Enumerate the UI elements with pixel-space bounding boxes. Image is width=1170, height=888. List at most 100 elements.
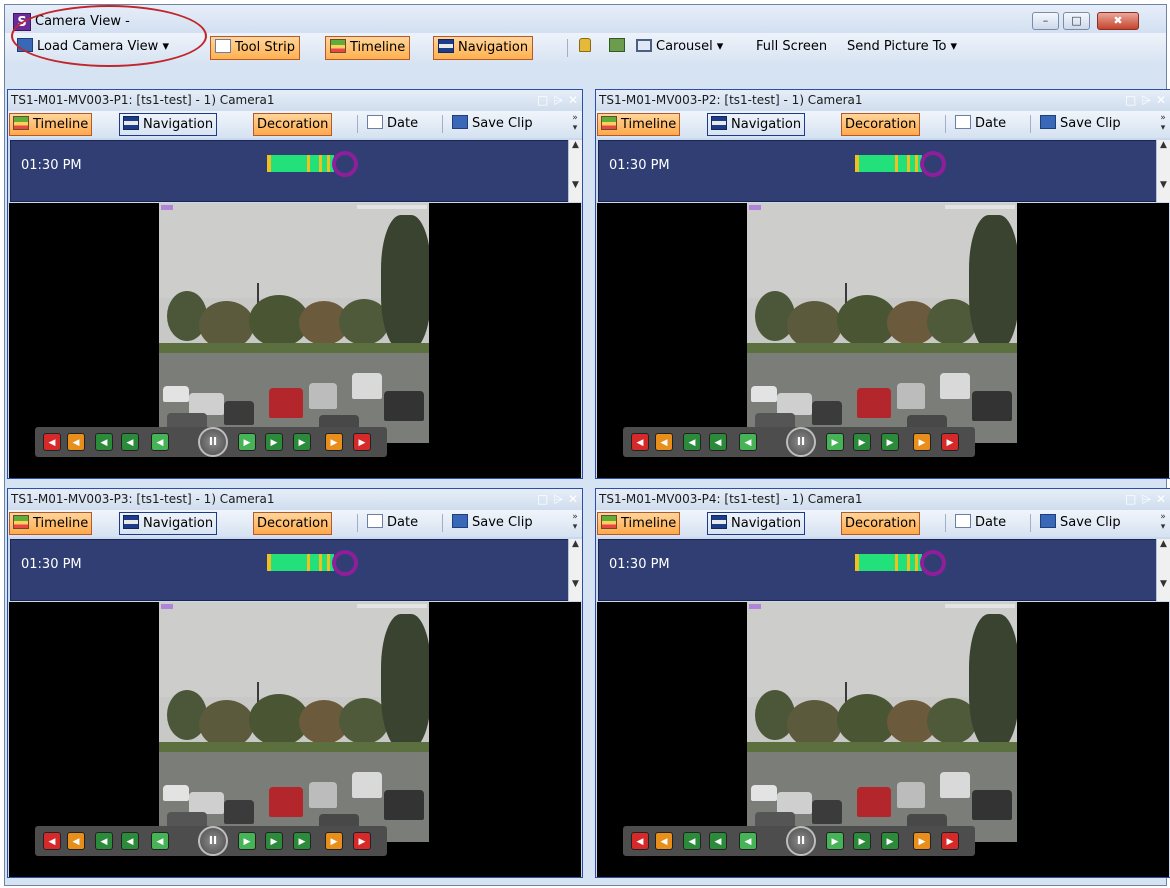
timeline-scrollbar[interactable]: ▲ ▼ (568, 539, 582, 601)
next-event-icon[interactable]: ▶ (325, 832, 343, 850)
navigation-toggle-button[interactable]: Navigation (433, 36, 534, 60)
maximize-button[interactable]: □ (1063, 12, 1090, 30)
panel-title-bar[interactable]: TS1-M01-MV003-P1: [ts1-test] - 1) Camera… (8, 90, 582, 111)
fast-forward-icon[interactable]: ▶ (853, 832, 871, 850)
send-picture-to-button[interactable]: Send Picture To ▾ (843, 36, 961, 60)
add-view-button[interactable] (605, 36, 633, 60)
pause-button[interactable]: II (198, 427, 228, 457)
timeline-bar[interactable]: 01:30 PM (598, 140, 1158, 202)
timeline-toggle-button[interactable]: Timeline (325, 36, 411, 60)
toolbar-overflow-icon[interactable]: » ▾ (569, 113, 581, 136)
play-reverse-icon[interactable]: ◀ (151, 832, 169, 850)
toolbar-overflow-icon[interactable]: » ▾ (1157, 113, 1169, 136)
play-icon[interactable]: ▶ (826, 433, 844, 451)
previous-event-icon[interactable]: ◀ (655, 433, 673, 451)
pause-button[interactable]: II (786, 826, 816, 856)
panel-decoration-button[interactable]: Decoration (841, 113, 921, 136)
panel-float-icon[interactable]: □ (537, 93, 548, 107)
play-reverse-icon[interactable]: ◀ (739, 433, 757, 451)
panel-date-button[interactable]: Date (952, 113, 1009, 136)
previous-event-icon[interactable]: ◀ (67, 832, 85, 850)
pin-icon[interactable]: ⩥ (1141, 492, 1151, 506)
panel-date-button[interactable]: Date (952, 512, 1009, 535)
panel-save-clip-button[interactable]: Save Clip (1037, 113, 1124, 136)
play-icon[interactable]: ▶ (238, 433, 256, 451)
fast-rewind-icon[interactable]: ◀ (683, 832, 701, 850)
panel-navigation-button[interactable]: Navigation (119, 512, 218, 535)
fast-forward-icon[interactable]: ▶ (853, 433, 871, 451)
pause-button[interactable]: II (198, 826, 228, 856)
panel-close-icon[interactable]: ✕ (1156, 93, 1166, 107)
panel-decoration-button[interactable]: Decoration (253, 113, 333, 136)
panel-float-icon[interactable]: □ (1125, 93, 1136, 107)
fast-rewind-icon[interactable]: ◀ (683, 433, 701, 451)
panel-decoration-button[interactable]: Decoration (253, 512, 333, 535)
faster-forward-icon[interactable]: ▶ (293, 832, 311, 850)
timeline-bar[interactable]: 01:30 PM (10, 140, 570, 202)
full-screen-button[interactable]: Full Screen (752, 36, 831, 60)
panel-navigation-button[interactable]: Navigation (119, 113, 218, 136)
pin-icon[interactable]: ⩥ (553, 93, 563, 107)
playhead-handle[interactable] (332, 550, 358, 576)
video-view[interactable]: ◀ ◀ ◀ ◀ ◀ II ▶ ▶ ▶ ▶ ▶ (597, 203, 1169, 478)
panel-timeline-button[interactable]: Timeline (9, 512, 93, 535)
panel-title-bar[interactable]: TS1-M01-MV003-P4: [ts1-test] - 1) Camera… (596, 489, 1170, 510)
previous-event-icon[interactable]: ◀ (655, 832, 673, 850)
timeline-bar[interactable]: 01:30 PM (598, 539, 1158, 601)
skip-to-start-icon[interactable]: ◀ (43, 832, 61, 850)
skip-to-end-icon[interactable]: ▶ (941, 832, 959, 850)
timeline-scrollbar[interactable]: ▲ ▼ (1156, 539, 1170, 601)
panel-date-button[interactable]: Date (364, 113, 421, 136)
skip-to-start-icon[interactable]: ◀ (631, 832, 649, 850)
panel-date-button[interactable]: Date (364, 512, 421, 535)
next-event-icon[interactable]: ▶ (325, 433, 343, 451)
skip-to-end-icon[interactable]: ▶ (353, 433, 371, 451)
skip-to-start-icon[interactable]: ◀ (631, 433, 649, 451)
skip-to-start-icon[interactable]: ◀ (43, 433, 61, 451)
panel-title-bar[interactable]: TS1-M01-MV003-P2: [ts1-test] - 1) Camera… (596, 90, 1170, 111)
toolbar-overflow-icon[interactable]: » ▾ (1157, 512, 1169, 535)
video-view[interactable]: ◀ ◀ ◀ ◀ ◀ II ▶ ▶ ▶ ▶ ▶ (9, 203, 581, 478)
timeline-bar[interactable]: 01:30 PM (10, 539, 570, 601)
fast-rewind-icon[interactable]: ◀ (95, 832, 113, 850)
skip-to-end-icon[interactable]: ▶ (941, 433, 959, 451)
timeline-scrollbar[interactable]: ▲ ▼ (1156, 140, 1170, 202)
faster-forward-icon[interactable]: ▶ (881, 433, 899, 451)
previous-event-icon[interactable]: ◀ (67, 433, 85, 451)
panel-title-bar[interactable]: TS1-M01-MV003-P3: [ts1-test] - 1) Camera… (8, 489, 582, 510)
play-icon[interactable]: ▶ (238, 832, 256, 850)
panel-float-icon[interactable]: □ (1125, 492, 1136, 506)
fast-forward-icon[interactable]: ▶ (265, 433, 283, 451)
pin-icon[interactable]: ⩥ (1141, 93, 1151, 107)
panel-save-clip-button[interactable]: Save Clip (1037, 512, 1124, 535)
play-icon[interactable]: ▶ (826, 832, 844, 850)
next-event-icon[interactable]: ▶ (913, 832, 931, 850)
rewind-icon[interactable]: ◀ (709, 433, 727, 451)
timeline-scrollbar[interactable]: ▲ ▼ (568, 140, 582, 202)
faster-forward-icon[interactable]: ▶ (293, 433, 311, 451)
panel-close-icon[interactable]: ✕ (1156, 492, 1166, 506)
rewind-icon[interactable]: ◀ (709, 832, 727, 850)
lock-button[interactable] (575, 36, 599, 60)
carousel-button[interactable]: Carousel ▾ (632, 36, 727, 60)
play-reverse-icon[interactable]: ◀ (739, 832, 757, 850)
panel-timeline-button[interactable]: Timeline (9, 113, 93, 136)
panel-float-icon[interactable]: □ (537, 492, 548, 506)
faster-forward-icon[interactable]: ▶ (881, 832, 899, 850)
panel-close-icon[interactable]: ✕ (568, 492, 578, 506)
panel-navigation-button[interactable]: Navigation (707, 113, 806, 136)
playhead-handle[interactable] (920, 151, 946, 177)
panel-decoration-button[interactable]: Decoration (841, 512, 921, 535)
panel-timeline-button[interactable]: Timeline (597, 113, 681, 136)
panel-save-clip-button[interactable]: Save Clip (449, 512, 536, 535)
panel-navigation-button[interactable]: Navigation (707, 512, 806, 535)
next-event-icon[interactable]: ▶ (913, 433, 931, 451)
playhead-handle[interactable] (332, 151, 358, 177)
pin-icon[interactable]: ⩥ (553, 492, 563, 506)
toolbar-overflow-icon[interactable]: » ▾ (569, 512, 581, 535)
panel-save-clip-button[interactable]: Save Clip (449, 113, 536, 136)
skip-to-end-icon[interactable]: ▶ (353, 832, 371, 850)
video-view[interactable]: ◀ ◀ ◀ ◀ ◀ II ▶ ▶ ▶ ▶ ▶ (9, 602, 581, 877)
rewind-icon[interactable]: ◀ (121, 832, 139, 850)
playhead-handle[interactable] (920, 550, 946, 576)
